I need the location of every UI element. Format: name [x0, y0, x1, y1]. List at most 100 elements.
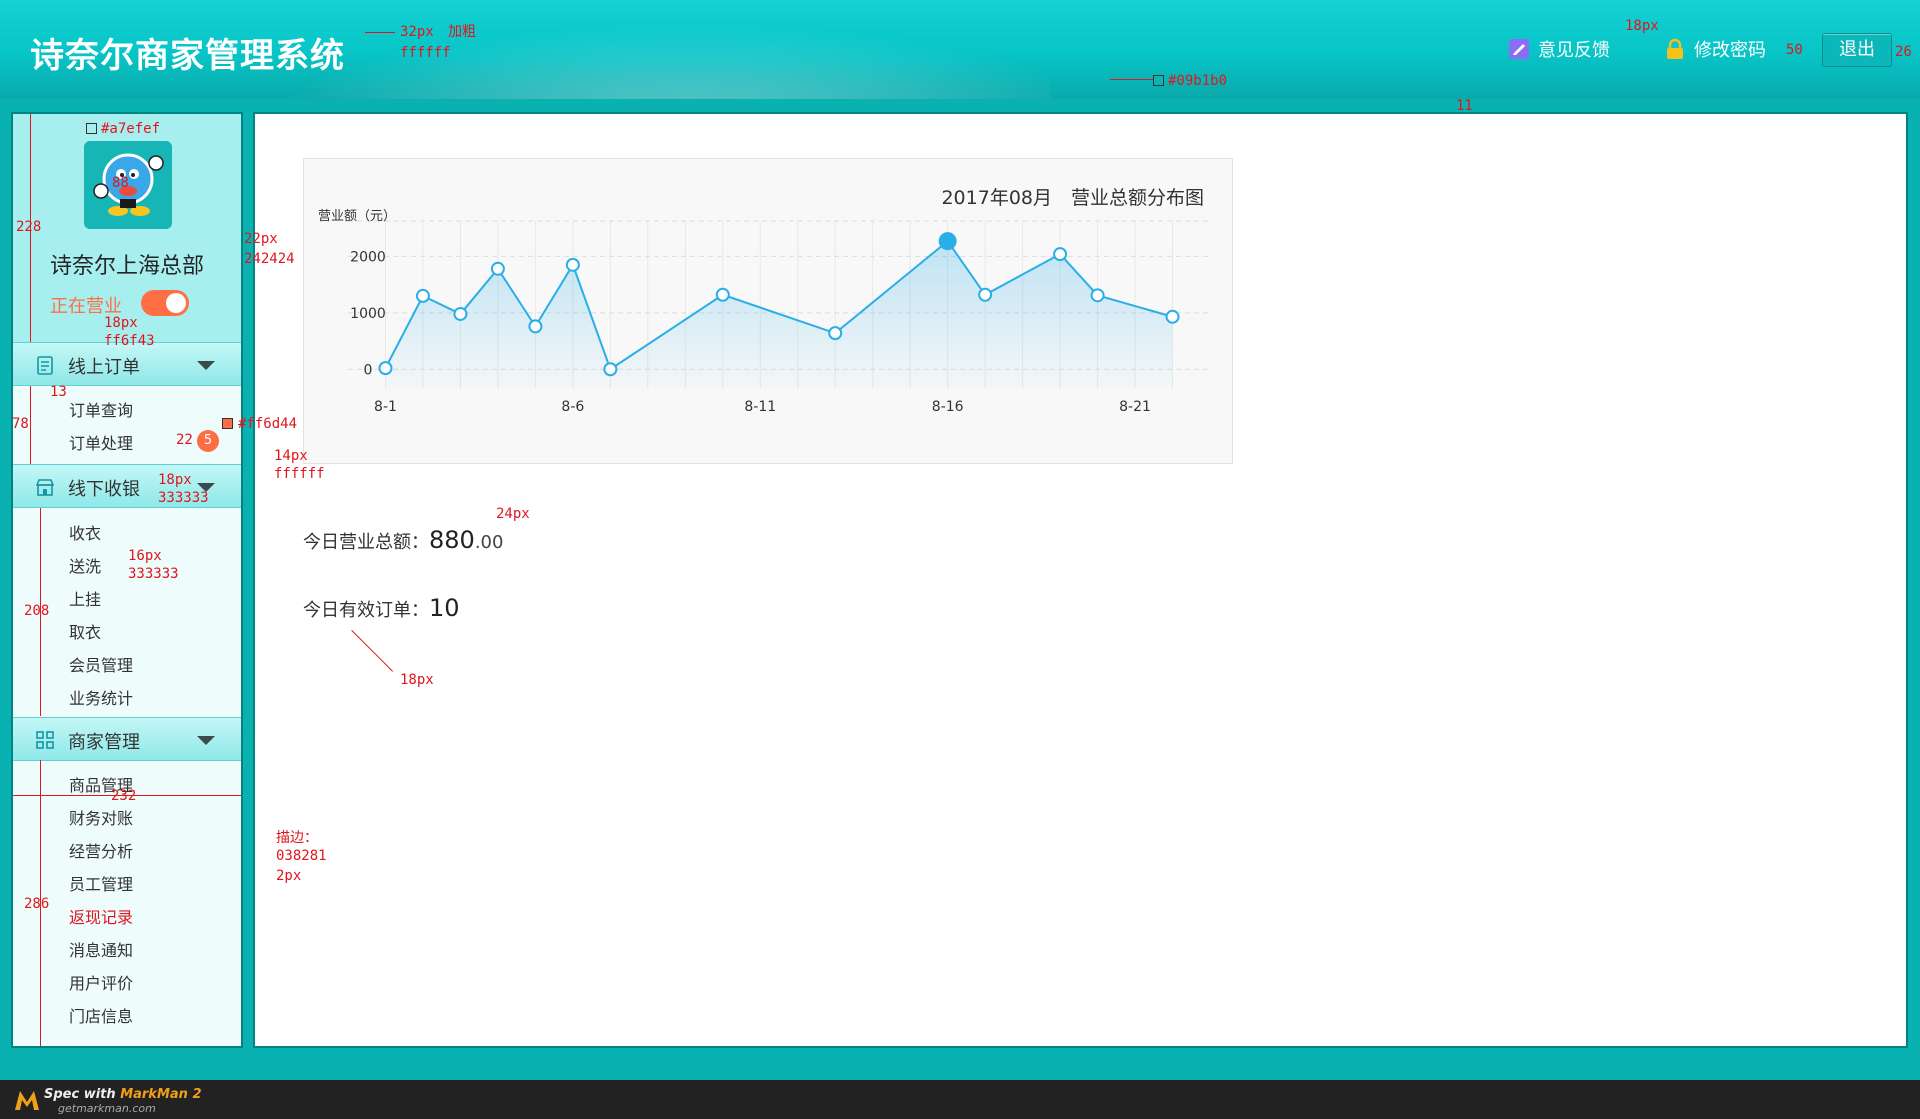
- menu-item-user-reviews[interactable]: 用户评价: [69, 970, 133, 994]
- chart-x-tick-label: 8-21: [1119, 399, 1151, 415]
- annotation-status-size: 18px: [104, 315, 138, 331]
- feedback-label: 意见反馈: [1538, 40, 1610, 61]
- annotation-section2-height: 208: [24, 603, 50, 619]
- chart-point: [1165, 309, 1180, 324]
- chart-point: [1090, 288, 1105, 303]
- change-password-label: 修改密码: [1694, 40, 1766, 61]
- grid-apps-icon: [36, 731, 54, 749]
- annotation-badge-color: #ff6d44: [238, 416, 298, 432]
- annotation-store-color: 242424: [244, 251, 295, 267]
- menu-item-operation-analysis[interactable]: 经营分析: [69, 838, 133, 862]
- annotation-profile-bg: #a7efef: [101, 121, 161, 137]
- section-title: 商家管理: [68, 732, 140, 753]
- annotation-title-color: ffffff: [400, 45, 451, 61]
- main-content: 0 1000 2000 8-1 8-6 8-11 8-16 8-21 2017年08月 营业总…: [253, 112, 1908, 1048]
- annotation-link-size: 18px: [1625, 18, 1659, 34]
- app-title: 诗奈尔商家管理系统: [30, 36, 345, 76]
- chart-point: [603, 362, 618, 377]
- menu-item-order-process[interactable]: 订单处理: [69, 430, 133, 454]
- chart-point: [978, 287, 993, 302]
- chart-area-fill: [385, 241, 1173, 389]
- annotation-sidebar-width: 232: [111, 788, 137, 804]
- menu-item-receive-clothes[interactable]: 收衣: [69, 520, 101, 544]
- footer-brand: MarkMan 2: [120, 1087, 202, 1102]
- menu-item-send-wash[interactable]: 送洗: [69, 553, 101, 577]
- annotation-stroke-color: 038281: [276, 848, 327, 864]
- footer-spec-prefix: Spec with: [44, 1087, 121, 1102]
- annotation-leader: [365, 32, 395, 33]
- chart-point-highlighted: [938, 232, 957, 251]
- today-orders: 今日有效订单：10: [303, 594, 460, 622]
- chart-point: [715, 287, 730, 302]
- annotation-badge-text-color: ffffff: [274, 466, 325, 482]
- annotation-title-size: 32px: [400, 24, 434, 40]
- chart-x-tick-label: 8-1: [374, 399, 397, 415]
- annotation-item-size: 16px: [128, 548, 162, 564]
- annotation-section1-height: 78: [12, 416, 29, 432]
- menu-item-financial-reconciliation[interactable]: 财务对账: [69, 805, 133, 829]
- feedback-link[interactable]: 意见反馈: [1508, 36, 1610, 62]
- change-password-link[interactable]: 修改密码: [1664, 36, 1766, 62]
- menu-item-cashback-records[interactable]: 返现记录: [69, 904, 133, 928]
- annotation-title-bold: 加粗: [448, 24, 476, 40]
- chart-point: [528, 319, 543, 334]
- annotation-swatch: [86, 123, 97, 134]
- footer-bar: Spec with MarkMan 2 getmarkman.com: [0, 1080, 1920, 1119]
- chart-point: [490, 261, 505, 276]
- menu-item-pickup[interactable]: 取衣: [69, 619, 101, 643]
- section-merchant-management[interactable]: 商家管理: [13, 717, 241, 761]
- chart-x-tick-label: 8-16: [932, 399, 964, 415]
- annotation-gap-50: 50: [1786, 42, 1803, 58]
- menu-item-order-query[interactable]: 订单查询: [69, 397, 133, 421]
- annotation-dimension: [30, 386, 31, 464]
- annotation-section-size: 18px: [158, 472, 192, 488]
- chart-point: [453, 306, 468, 321]
- today-revenue-decimals: .00: [474, 532, 504, 553]
- revenue-chart-card: 0 1000 2000 8-1 8-6 8-11 8-16 8-21 2017年08月 营业总…: [303, 158, 1233, 464]
- clipboard-icon: [37, 356, 53, 375]
- annotation-badge-size: 22: [176, 432, 193, 448]
- annotation-leader: [1110, 79, 1153, 80]
- today-revenue-label: 今日营业总额：: [303, 532, 429, 553]
- toggle-knob: [166, 293, 186, 313]
- annotation-avatar-size: 88: [112, 175, 129, 191]
- chart-title: 2017年08月 营业总额分布图: [941, 187, 1204, 209]
- menu-item-staff-management[interactable]: 员工管理: [69, 871, 133, 895]
- today-revenue-value: 880: [429, 526, 475, 554]
- menu-item-member-management[interactable]: 会员管理: [69, 652, 133, 676]
- annotation-revenue-size: 24px: [496, 506, 530, 522]
- chart-x-tick-label: 8-6: [561, 399, 584, 415]
- business-status-toggle[interactable]: [141, 290, 189, 316]
- markman-logo-icon: [15, 1091, 39, 1110]
- menu-item-business-stats[interactable]: 业务统计: [69, 685, 133, 709]
- menu-item-hang-up[interactable]: 上挂: [69, 586, 101, 610]
- chart-x-tick-label: 8-11: [744, 399, 776, 415]
- annotation-gap-26: 26: [1895, 44, 1912, 60]
- chevron-down-icon: [197, 736, 215, 745]
- today-revenue: 今日营业总额：880.00: [303, 526, 503, 554]
- chevron-down-icon: [197, 361, 215, 370]
- annotation-header-bg: #09b1b0: [1168, 73, 1228, 89]
- annotation-section-color: 333333: [158, 490, 209, 506]
- chart-y-tick-label: 2000: [350, 249, 386, 265]
- annotation-gap-11: 11: [1456, 98, 1473, 114]
- chart-y-tick-label: 1000: [350, 306, 386, 322]
- annotation-item-color: 333333: [128, 566, 179, 582]
- menu-item-notifications[interactable]: 消息通知: [69, 937, 133, 961]
- chart-point: [1053, 247, 1068, 262]
- section-title: 线上订单: [68, 357, 140, 378]
- annotation-profile-height: 228: [16, 219, 42, 235]
- store-profile: 诗奈尔上海总部 正在营业: [13, 114, 241, 342]
- lock-icon: [1667, 38, 1683, 59]
- annotation-swatch: [1153, 75, 1164, 86]
- annotation-store-size: 22px: [244, 231, 278, 247]
- order-count-badge: 5: [197, 430, 219, 452]
- annotation-status-color: ff6f43: [104, 333, 155, 349]
- menu-item-store-info[interactable]: 门店信息: [69, 1003, 133, 1027]
- chart-point: [415, 288, 430, 303]
- chart-point: [565, 257, 580, 272]
- annotation-orders-size: 18px: [400, 672, 434, 688]
- annotation-stroke-width: 2px: [276, 868, 302, 884]
- chart-y-axis-label: 营业额（元）: [318, 209, 397, 224]
- logout-button[interactable]: 退出: [1822, 33, 1892, 67]
